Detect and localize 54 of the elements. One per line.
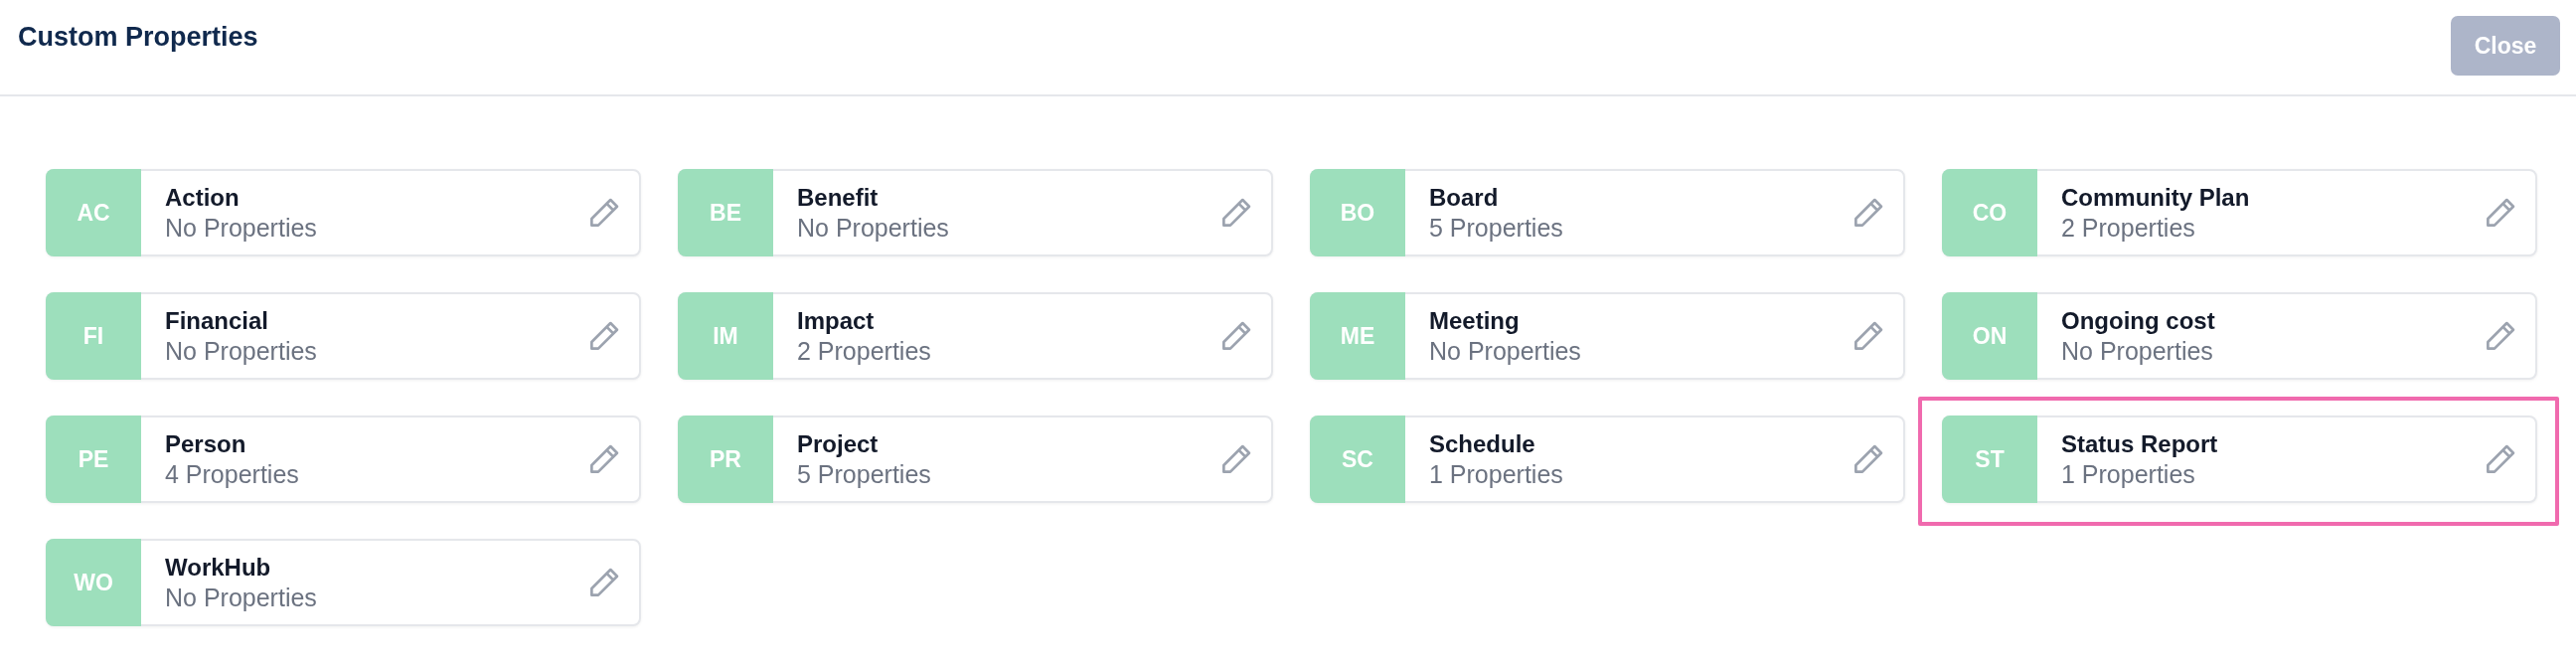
pencil-icon[interactable] [1853,198,1883,228]
group-name: WorkHub [165,553,271,583]
initials-tile: BE [678,169,773,256]
property-count: No Properties [165,336,317,366]
pencil-icon[interactable] [1221,198,1251,228]
pencil-icon[interactable] [2486,444,2515,474]
initials-tile: IM [678,292,773,380]
group-name: Ongoing cost [2061,306,2215,336]
group-name: Community Plan [2061,183,2250,213]
pencil-icon[interactable] [589,444,619,474]
group-name: Person [165,429,246,459]
pencil-icon[interactable] [589,321,619,351]
initials-tile: AC [46,169,141,256]
group-name: Impact [797,306,875,336]
property-count: No Properties [1429,336,1581,366]
pencil-icon[interactable] [589,568,619,597]
group-name: Project [797,429,879,459]
property-count: No Properties [165,583,317,612]
pencil-icon[interactable] [2486,198,2515,228]
group-name: Financial [165,306,269,336]
pencil-icon[interactable] [1853,321,1883,351]
group-name: Action [165,183,240,213]
initials-tile: ON [1942,292,2037,380]
property-count: 5 Properties [797,459,931,489]
initials-tile: BO [1310,169,1405,256]
pencil-icon[interactable] [1221,444,1251,474]
initials-tile: ST [1942,416,2037,503]
dialog-title: Custom Properties [18,21,258,53]
property-count: No Properties [165,213,317,243]
group-name: Status Report [2061,429,2218,459]
property-count: 1 Properties [2061,459,2195,489]
property-count: No Properties [2061,336,2213,366]
initials-tile: FI [46,292,141,380]
close-button[interactable]: Close [2451,16,2560,76]
property-count: 2 Properties [797,336,931,366]
property-count: 5 Properties [1429,213,1563,243]
initials-tile: WO [46,539,141,626]
pencil-icon[interactable] [589,198,619,228]
group-name: Board [1429,183,1499,213]
property-count: 4 Properties [165,459,299,489]
group-name: Meeting [1429,306,1520,336]
pencil-icon[interactable] [2486,321,2515,351]
property-count: No Properties [797,213,949,243]
initials-tile: PR [678,416,773,503]
initials-tile: ME [1310,292,1405,380]
initials-tile: SC [1310,416,1405,503]
group-name: Schedule [1429,429,1535,459]
pencil-icon[interactable] [1853,444,1883,474]
pencil-icon[interactable] [1221,321,1251,351]
property-count: 2 Properties [2061,213,2195,243]
property-count: 1 Properties [1429,459,1563,489]
initials-tile: PE [46,416,141,503]
group-name: Benefit [797,183,879,213]
initials-tile: CO [1942,169,2037,256]
